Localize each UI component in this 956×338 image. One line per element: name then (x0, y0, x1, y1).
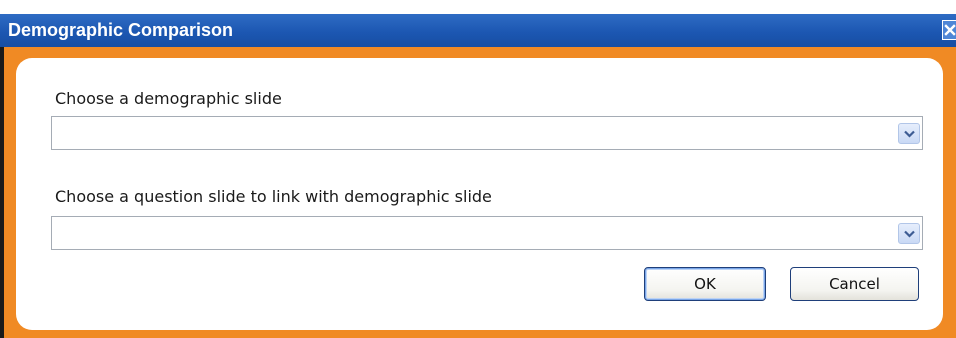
ok-button[interactable]: OK (644, 267, 766, 301)
demographic-dropdown-button[interactable] (898, 123, 920, 144)
question-slide-select[interactable] (51, 216, 923, 250)
question-dropdown-button[interactable] (898, 223, 920, 244)
close-button[interactable] (942, 20, 956, 40)
window-title: Demographic Comparison (8, 20, 234, 40)
demographic-slide-label: Choose a demographic slide (55, 89, 282, 108)
question-slide-label: Choose a question slide to link with dem… (55, 187, 492, 206)
close-icon (944, 24, 956, 36)
frame-edge (0, 47, 4, 338)
cancel-button[interactable]: Cancel (790, 267, 919, 301)
chevron-down-icon (904, 130, 915, 138)
demographic-slide-select[interactable] (51, 116, 923, 150)
chevron-down-icon (904, 230, 915, 238)
title-bar: Demographic Comparison (0, 14, 956, 47)
demographic-comparison-dialog: Demographic Comparison Choose a demograp… (0, 0, 956, 338)
